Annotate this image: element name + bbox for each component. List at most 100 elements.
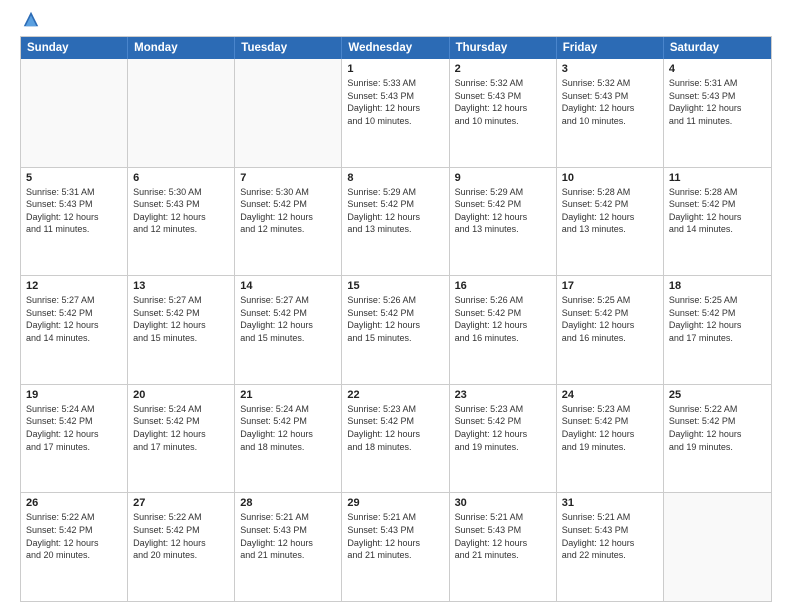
cal-cell-r2-c5: 9Sunrise: 5:29 AM Sunset: 5:42 PM Daylig… [450, 168, 557, 276]
cal-cell-r4-c1: 19 Sunrise: 5:24 AM Sunset: 5:42 PM Dayli… [21, 385, 128, 493]
day-info-1: Sunrise: 5:33 AM Sunset: 5:43 PM Dayligh… [347, 77, 443, 127]
cal-cell-r3-c1: 12 Sunrise: 5:27 AM Sunset: 5:42 PM Dayli… [21, 276, 128, 384]
cal-cell-r2-c6: 10 Sunrise: 5:28 AM Sunset: 5:42 PM Dayli… [557, 168, 664, 276]
calendar-row-5: 26 Sunrise: 5:22 AM Sunset: 5:42 PM Dayli… [21, 493, 771, 601]
day-number-10: 10 [562, 172, 658, 184]
day-info-28: Sunrise: 5:21 AM Sunset: 5:43 PM Dayligh… [240, 511, 336, 561]
cal-cell-r3-c5: 16 Sunrise: 5:26 AM Sunset: 5:42 PM Dayli… [450, 276, 557, 384]
day-info-15: Sunrise: 5:26 AM Sunset: 5:42 PM Dayligh… [347, 294, 443, 344]
day-info-31: Sunrise: 5:21 AM Sunset: 5:43 PM Dayligh… [562, 511, 658, 561]
calendar-row-1: 1 Sunrise: 5:33 AM Sunset: 5:43 PM Daylig… [21, 59, 771, 168]
day-number-27: 27 [133, 497, 229, 509]
cal-cell-r2-c3: 7 Sunrise: 5:30 AM Sunset: 5:42 PM Daylig… [235, 168, 342, 276]
day-number-16: 16 [455, 280, 551, 292]
cal-cell-r4-c4: 22 Sunrise: 5:23 AM Sunset: 5:42 PM Dayli… [342, 385, 449, 493]
calendar-row-2: 5Sunrise: 5:31 AM Sunset: 5:43 PM Daylig… [21, 168, 771, 277]
day-number-23: 23 [455, 389, 551, 401]
day-info-30: Sunrise: 5:21 AM Sunset: 5:43 PM Dayligh… [455, 511, 551, 561]
day-number-15: 15 [347, 280, 443, 292]
cal-cell-r1-c2 [128, 59, 235, 167]
day-info-19: Sunrise: 5:24 AM Sunset: 5:42 PM Dayligh… [26, 403, 122, 453]
day-info-11: Sunrise: 5:28 AM Sunset: 5:42 PM Dayligh… [669, 186, 766, 236]
header-monday: Monday [128, 37, 235, 59]
day-number-22: 22 [347, 389, 443, 401]
day-number-4: 4 [669, 63, 766, 75]
day-number-25: 25 [669, 389, 766, 401]
day-info-13: Sunrise: 5:27 AM Sunset: 5:42 PM Dayligh… [133, 294, 229, 344]
day-number-1: 1 [347, 63, 443, 75]
day-info-26: Sunrise: 5:22 AM Sunset: 5:42 PM Dayligh… [26, 511, 122, 561]
page: Sunday Monday Tuesday Wednesday Thursday… [0, 0, 792, 612]
cal-cell-r1-c4: 1 Sunrise: 5:33 AM Sunset: 5:43 PM Daylig… [342, 59, 449, 167]
cal-cell-r1-c5: 2 Sunrise: 5:32 AM Sunset: 5:43 PM Daylig… [450, 59, 557, 167]
day-number-6: 6 [133, 172, 229, 184]
logo-icon [22, 10, 40, 28]
day-number-17: 17 [562, 280, 658, 292]
day-info-6: Sunrise: 5:30 AM Sunset: 5:43 PM Dayligh… [133, 186, 229, 236]
cal-cell-r1-c1 [21, 59, 128, 167]
day-number-19: 19 [26, 389, 122, 401]
cal-cell-r2-c1: 5Sunrise: 5:31 AM Sunset: 5:43 PM Daylig… [21, 168, 128, 276]
cal-cell-r3-c4: 15 Sunrise: 5:26 AM Sunset: 5:42 PM Dayli… [342, 276, 449, 384]
day-number-3: 3 [562, 63, 658, 75]
calendar-row-4: 19 Sunrise: 5:24 AM Sunset: 5:42 PM Dayli… [21, 385, 771, 494]
header-friday: Friday [557, 37, 664, 59]
cal-cell-r5-c5: 30 Sunrise: 5:21 AM Sunset: 5:43 PM Dayli… [450, 493, 557, 601]
day-info-12: Sunrise: 5:27 AM Sunset: 5:42 PM Dayligh… [26, 294, 122, 344]
day-info-16: Sunrise: 5:26 AM Sunset: 5:42 PM Dayligh… [455, 294, 551, 344]
calendar: Sunday Monday Tuesday Wednesday Thursday… [20, 36, 772, 602]
day-info-29: Sunrise: 5:21 AM Sunset: 5:43 PM Dayligh… [347, 511, 443, 561]
cal-cell-r5-c4: 29 Sunrise: 5:21 AM Sunset: 5:43 PM Dayli… [342, 493, 449, 601]
cal-cell-r4-c7: 25Sunrise: 5:22 AM Sunset: 5:42 PM Dayli… [664, 385, 771, 493]
day-info-24: Sunrise: 5:23 AM Sunset: 5:42 PM Dayligh… [562, 403, 658, 453]
cal-cell-r5-c6: 31Sunrise: 5:21 AM Sunset: 5:43 PM Dayli… [557, 493, 664, 601]
day-number-29: 29 [347, 497, 443, 509]
cal-cell-r4-c2: 20Sunrise: 5:24 AM Sunset: 5:42 PM Dayli… [128, 385, 235, 493]
cal-cell-r1-c7: 4 Sunrise: 5:31 AM Sunset: 5:43 PM Daylig… [664, 59, 771, 167]
day-number-26: 26 [26, 497, 122, 509]
cal-cell-r5-c7 [664, 493, 771, 601]
cal-cell-r4-c6: 24 Sunrise: 5:23 AM Sunset: 5:42 PM Dayli… [557, 385, 664, 493]
day-info-18: Sunrise: 5:25 AM Sunset: 5:42 PM Dayligh… [669, 294, 766, 344]
header [20, 18, 772, 28]
day-info-7: Sunrise: 5:30 AM Sunset: 5:42 PM Dayligh… [240, 186, 336, 236]
cal-cell-r4-c5: 23 Sunrise: 5:23 AM Sunset: 5:42 PM Dayli… [450, 385, 557, 493]
header-wednesday: Wednesday [342, 37, 449, 59]
day-info-10: Sunrise: 5:28 AM Sunset: 5:42 PM Dayligh… [562, 186, 658, 236]
day-number-2: 2 [455, 63, 551, 75]
cal-cell-r2-c2: 6 Sunrise: 5:30 AM Sunset: 5:43 PM Daylig… [128, 168, 235, 276]
day-info-5: Sunrise: 5:31 AM Sunset: 5:43 PM Dayligh… [26, 186, 122, 236]
day-info-9: Sunrise: 5:29 AM Sunset: 5:42 PM Dayligh… [455, 186, 551, 236]
day-info-2: Sunrise: 5:32 AM Sunset: 5:43 PM Dayligh… [455, 77, 551, 127]
cal-cell-r3-c7: 18 Sunrise: 5:25 AM Sunset: 5:42 PM Dayli… [664, 276, 771, 384]
header-saturday: Saturday [664, 37, 771, 59]
cal-cell-r3-c6: 17 Sunrise: 5:25 AM Sunset: 5:42 PM Dayli… [557, 276, 664, 384]
cal-cell-r5-c2: 27Sunrise: 5:22 AM Sunset: 5:42 PM Dayli… [128, 493, 235, 601]
day-number-14: 14 [240, 280, 336, 292]
cal-cell-r3-c3: 14 Sunrise: 5:27 AM Sunset: 5:42 PM Dayli… [235, 276, 342, 384]
day-number-24: 24 [562, 389, 658, 401]
calendar-row-3: 12 Sunrise: 5:27 AM Sunset: 5:42 PM Dayli… [21, 276, 771, 385]
cal-cell-r1-c6: 3 Sunrise: 5:32 AM Sunset: 5:43 PM Daylig… [557, 59, 664, 167]
day-number-12: 12 [26, 280, 122, 292]
logo [20, 18, 40, 28]
day-info-17: Sunrise: 5:25 AM Sunset: 5:42 PM Dayligh… [562, 294, 658, 344]
cal-cell-r1-c3 [235, 59, 342, 167]
day-number-18: 18 [669, 280, 766, 292]
day-number-30: 30 [455, 497, 551, 509]
day-number-7: 7 [240, 172, 336, 184]
day-info-23: Sunrise: 5:23 AM Sunset: 5:42 PM Dayligh… [455, 403, 551, 453]
day-number-11: 11 [669, 172, 766, 184]
day-info-4: Sunrise: 5:31 AM Sunset: 5:43 PM Dayligh… [669, 77, 766, 127]
cal-cell-r3-c2: 13 Sunrise: 5:27 AM Sunset: 5:42 PM Dayli… [128, 276, 235, 384]
cal-cell-r5-c1: 26 Sunrise: 5:22 AM Sunset: 5:42 PM Dayli… [21, 493, 128, 601]
cal-cell-r5-c3: 28Sunrise: 5:21 AM Sunset: 5:43 PM Dayli… [235, 493, 342, 601]
calendar-header: Sunday Monday Tuesday Wednesday Thursday… [21, 37, 771, 59]
header-tuesday: Tuesday [235, 37, 342, 59]
day-number-13: 13 [133, 280, 229, 292]
calendar-body: 1 Sunrise: 5:33 AM Sunset: 5:43 PM Daylig… [21, 59, 771, 601]
day-info-14: Sunrise: 5:27 AM Sunset: 5:42 PM Dayligh… [240, 294, 336, 344]
day-info-3: Sunrise: 5:32 AM Sunset: 5:43 PM Dayligh… [562, 77, 658, 127]
day-info-22: Sunrise: 5:23 AM Sunset: 5:42 PM Dayligh… [347, 403, 443, 453]
day-number-8: 8 [347, 172, 443, 184]
